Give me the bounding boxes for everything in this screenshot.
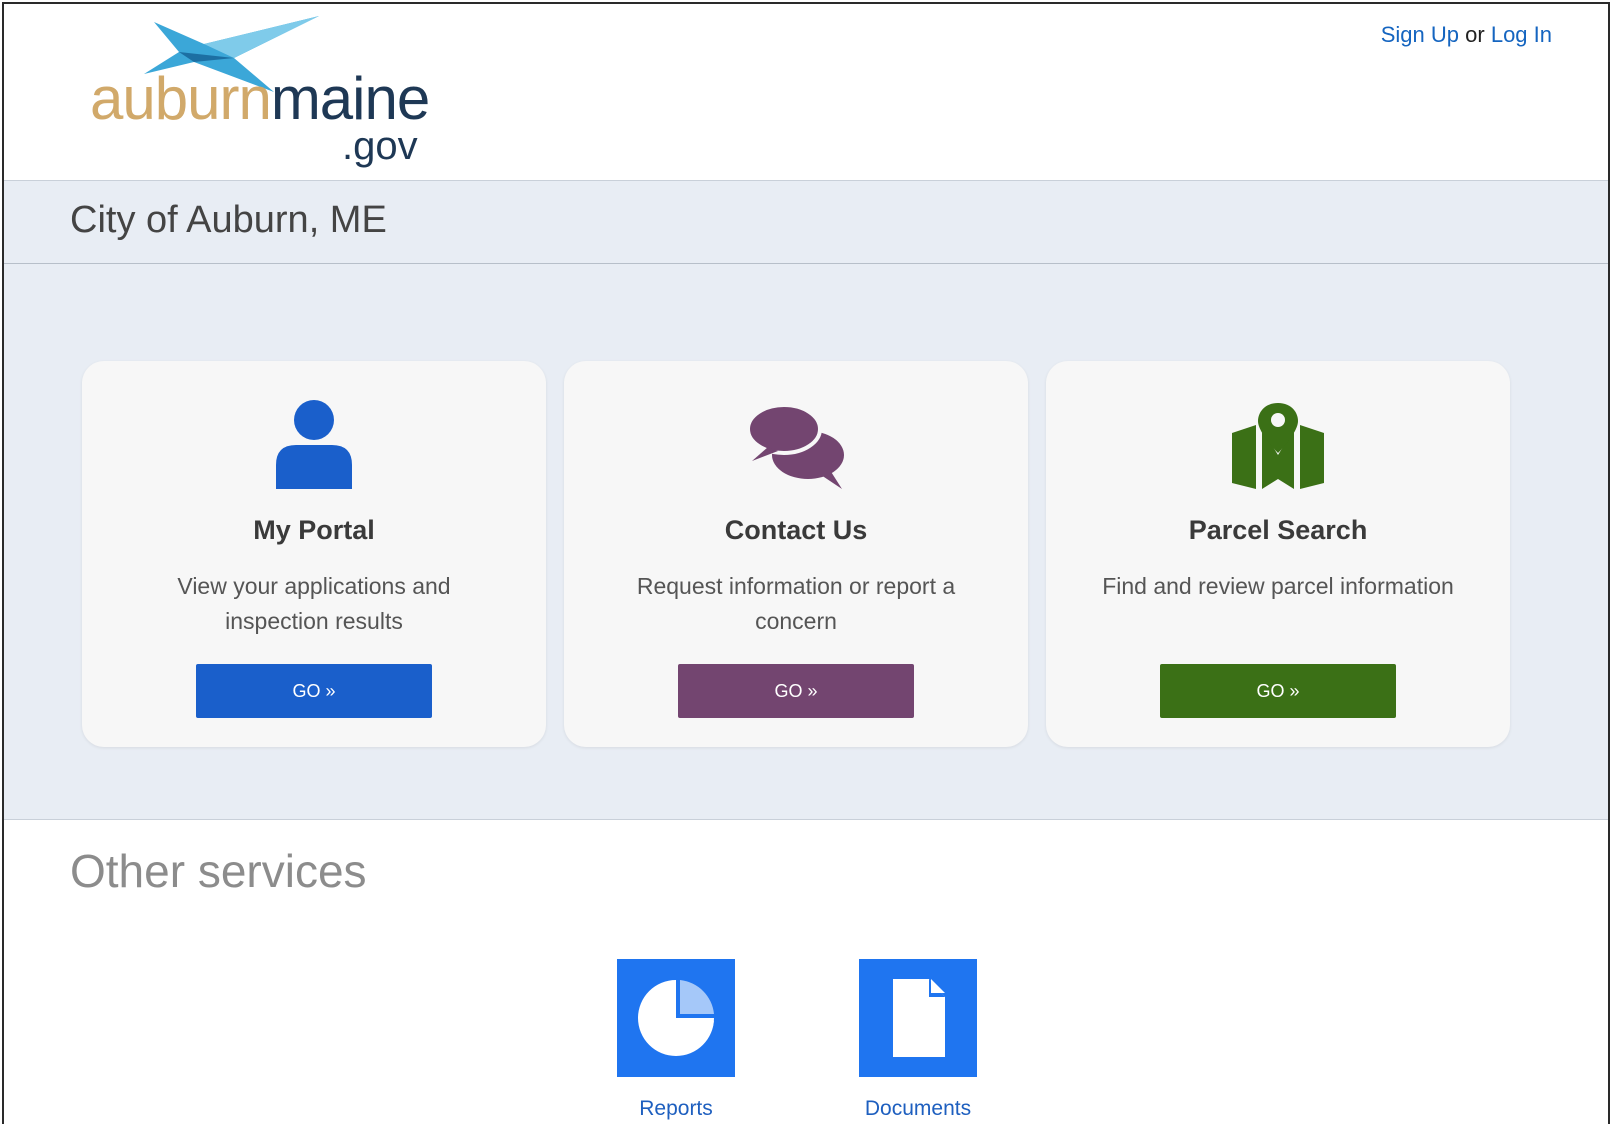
service-documents[interactable]: Documents xyxy=(838,959,998,1121)
card-parcel-search: Parcel Search Find and review parcel inf… xyxy=(1046,361,1510,747)
logo-wordmark: auburnmaine xyxy=(90,69,430,129)
card-title: Parcel Search xyxy=(1188,515,1368,545)
user-icon xyxy=(276,400,352,489)
card-title: My Portal xyxy=(253,515,375,545)
card-contact-us: Contact Us Request information or report… xyxy=(564,361,1028,747)
auth-links: Sign Up or Log In xyxy=(1381,22,1552,48)
sign-up-link[interactable]: Sign Up xyxy=(1381,22,1459,47)
service-reports[interactable]: Reports xyxy=(596,959,756,1121)
reports-label[interactable]: Reports xyxy=(596,1097,756,1121)
card-title: Contact Us xyxy=(724,515,868,545)
my-portal-go-button[interactable]: GO » xyxy=(196,664,432,718)
map-pin-icon xyxy=(1232,403,1324,489)
pie-chart-icon xyxy=(638,980,714,1056)
card-description: View your applications and inspection re… xyxy=(177,573,451,634)
logo-text-maine: maine xyxy=(270,65,430,132)
documents-tile[interactable] xyxy=(859,959,977,1077)
parcel-search-go-button[interactable]: GO » xyxy=(1160,664,1396,718)
other-services-heading: Other services xyxy=(70,845,367,897)
auth-separator: or xyxy=(1465,22,1485,47)
page-frame: auburnmaine .gov Sign Up or Log In City … xyxy=(2,2,1610,1124)
documents-label[interactable]: Documents xyxy=(838,1097,998,1121)
logo-text-gov: .gov xyxy=(342,124,418,168)
logo-text-auburn: auburn xyxy=(90,65,272,132)
site-header: auburnmaine .gov Sign Up or Log In xyxy=(4,4,1608,180)
page-title: City of Auburn, ME xyxy=(70,199,387,241)
contact-us-go-button[interactable]: GO » xyxy=(678,664,914,718)
title-bar: City of Auburn, ME xyxy=(4,180,1608,264)
card-description: Find and review parcel information xyxy=(1102,573,1454,599)
main-services-band: My Portal View your applications and ins… xyxy=(4,264,1608,820)
chat-bubbles-icon xyxy=(746,403,844,489)
document-icon xyxy=(893,979,945,1057)
log-in-link[interactable]: Log In xyxy=(1491,22,1552,47)
card-my-portal: My Portal View your applications and ins… xyxy=(82,361,546,747)
reports-tile[interactable] xyxy=(617,959,735,1077)
card-description: Request information or report a concern xyxy=(636,573,956,634)
site-logo[interactable]: auburnmaine .gov xyxy=(84,14,454,169)
